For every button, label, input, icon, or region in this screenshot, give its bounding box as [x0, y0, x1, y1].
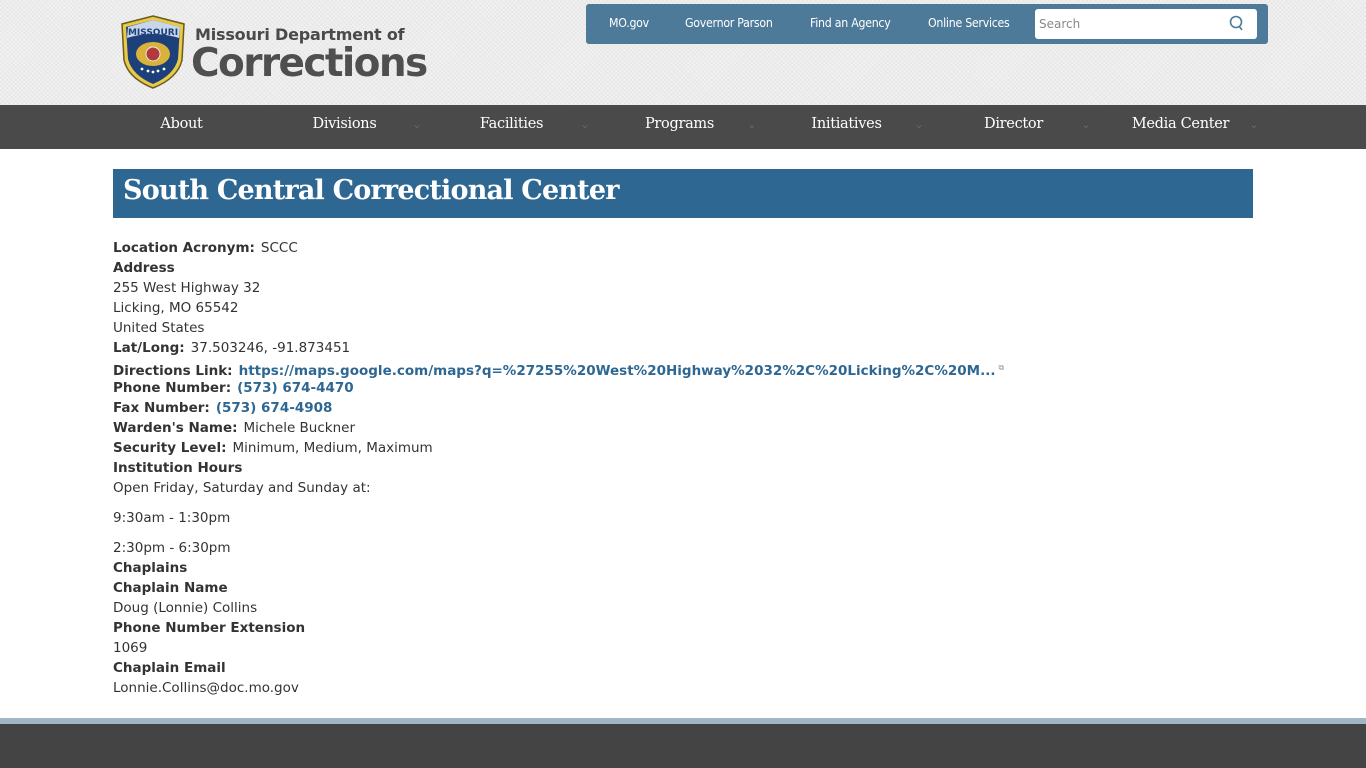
security-value: Minimum, Medium, Maximum: [232, 440, 433, 456]
latlong-label: Lat/Long:: [113, 340, 185, 356]
doc-badge-logo-icon: MISSOURI: [121, 15, 185, 89]
hours-intro: Open Friday, Saturday and Sunday at:: [113, 480, 371, 496]
search-icon[interactable]: [1229, 15, 1245, 32]
chaplain-email-label-row: Chaplain Email: [113, 658, 1253, 678]
nav-item-facilities[interactable]: Facilities ⌄: [428, 105, 595, 149]
phone-label: Phone Number:: [113, 380, 232, 396]
util-link-online-services[interactable]: Online Services: [928, 16, 1010, 30]
site-logo-link[interactable]: MISSOURI Missouri Department of Correcti…: [118, 14, 433, 92]
hours-slot-1: 9:30am - 1:30pm: [113, 510, 231, 526]
chevron-down-icon[interactable]: ⌄: [746, 119, 758, 131]
extension-value: 1069: [113, 640, 148, 656]
chaplains-label: Chaplains: [113, 560, 188, 576]
util-link-governor[interactable]: Governor Parson: [685, 16, 773, 30]
page-title: South Central Correctional Center: [123, 175, 619, 206]
nav-item-programs[interactable]: Programs ⌄: [596, 105, 763, 149]
warden-row: Warden's Name: Michele Buckner: [113, 418, 1253, 438]
site-footer: [0, 724, 1366, 768]
chaplain-name-label-row: Chaplain Name: [113, 578, 1253, 598]
chevron-down-icon[interactable]: ⌄: [913, 119, 925, 131]
fax-link[interactable]: (573) 674-4908: [216, 400, 333, 416]
site-header: MISSOURI Missouri Department of Correcti…: [0, 0, 1366, 105]
phone-link[interactable]: (573) 674-4470: [237, 380, 354, 396]
nav-item-about[interactable]: About: [98, 105, 265, 149]
phone-row: Phone Number: (573) 674-4470: [113, 378, 1253, 398]
chevron-down-icon[interactable]: ⌄: [579, 119, 591, 131]
external-link-icon: ⧉: [998, 363, 1005, 372]
chaplain-email-label: Chaplain Email: [113, 660, 226, 676]
nav-item-divisions[interactable]: Divisions ⌄: [261, 105, 428, 149]
main-nav: About Divisions ⌄ Facilities ⌄ Programs …: [0, 105, 1366, 149]
fax-row: Fax Number: (573) 674-4908: [113, 398, 1253, 418]
nav-item-media-center[interactable]: Media Center ⌄: [1097, 105, 1264, 149]
address-label-row: Address: [113, 258, 1253, 278]
svg-text:MISSOURI: MISSOURI: [128, 28, 178, 38]
hours-label: Institution Hours: [113, 460, 243, 476]
extension-label: Phone Number Extension: [113, 620, 306, 636]
address-label: Address: [113, 260, 175, 276]
facility-details: Location Acronym: SCCC Address 255 West H…: [113, 238, 1253, 698]
directions-label: Directions Link:: [113, 363, 233, 379]
util-link-mo-gov[interactable]: MO.gov: [609, 16, 649, 30]
chaplains-label-row: Chaplains: [113, 558, 1253, 578]
security-label: Security Level:: [113, 440, 227, 456]
logo-text-corrections: Corrections: [191, 41, 428, 86]
nav-label: Initiatives: [811, 116, 882, 132]
nav-label: Divisions: [312, 116, 377, 132]
location-acronym-label: Location Acronym:: [113, 240, 255, 256]
search-input[interactable]: [1039, 15, 1219, 33]
address-line2: Licking, MO 65542: [113, 300, 239, 316]
chevron-down-icon[interactable]: ⌄: [1248, 119, 1260, 131]
nav-item-initiatives[interactable]: Initiatives ⌄: [763, 105, 930, 149]
warden-value: Michele Buckner: [243, 420, 356, 436]
nav-label: Facilities: [479, 116, 544, 132]
directions-link[interactable]: https://maps.google.com/maps?q=%27255%20…: [239, 363, 996, 379]
nav-label: Programs: [644, 116, 715, 132]
location-acronym-value: SCCC: [260, 240, 298, 256]
security-row: Security Level: Minimum, Medium, Maximum: [113, 438, 1253, 458]
chaplain-name-label: Chaplain Name: [113, 580, 228, 596]
directions-row: Directions Link: https://maps.google.com/…: [113, 358, 1253, 379]
chevron-down-icon[interactable]: ⌄: [411, 119, 423, 131]
latlong-value: 37.503246, -91.873451: [190, 340, 351, 356]
nav-item-director[interactable]: Director ⌄: [930, 105, 1097, 149]
nav-label: Director: [984, 116, 1043, 132]
address-line1: 255 West Highway 32: [113, 280, 261, 296]
chaplain-email-value: Lonnie.Collins@doc.mo.gov: [113, 680, 299, 696]
chevron-down-icon[interactable]: ⌄: [1080, 119, 1092, 131]
hours-slot-2: 2:30pm - 6:30pm: [113, 540, 231, 556]
page-title-bar: South Central Correctional Center: [113, 169, 1253, 218]
util-link-find-agency[interactable]: Find an Agency: [810, 16, 891, 30]
utility-nav: MO.gov Governor Parson Find an Agency On…: [586, 4, 1268, 44]
hours-label-row: Institution Hours: [113, 458, 1253, 478]
nav-label: About: [160, 116, 203, 132]
extension-label-row: Phone Number Extension: [113, 618, 1253, 638]
fax-label: Fax Number:: [113, 400, 210, 416]
location-acronym-row: Location Acronym: SCCC: [113, 238, 1253, 258]
nav-label: Media Center: [1131, 116, 1230, 132]
search-box: [1035, 9, 1257, 39]
latlong-row: Lat/Long: 37.503246, -91.873451: [113, 338, 1253, 358]
address-line3: United States: [113, 320, 205, 336]
chaplain-name-value: Doug (Lonnie) Collins: [113, 600, 258, 616]
warden-label: Warden's Name:: [113, 420, 238, 436]
